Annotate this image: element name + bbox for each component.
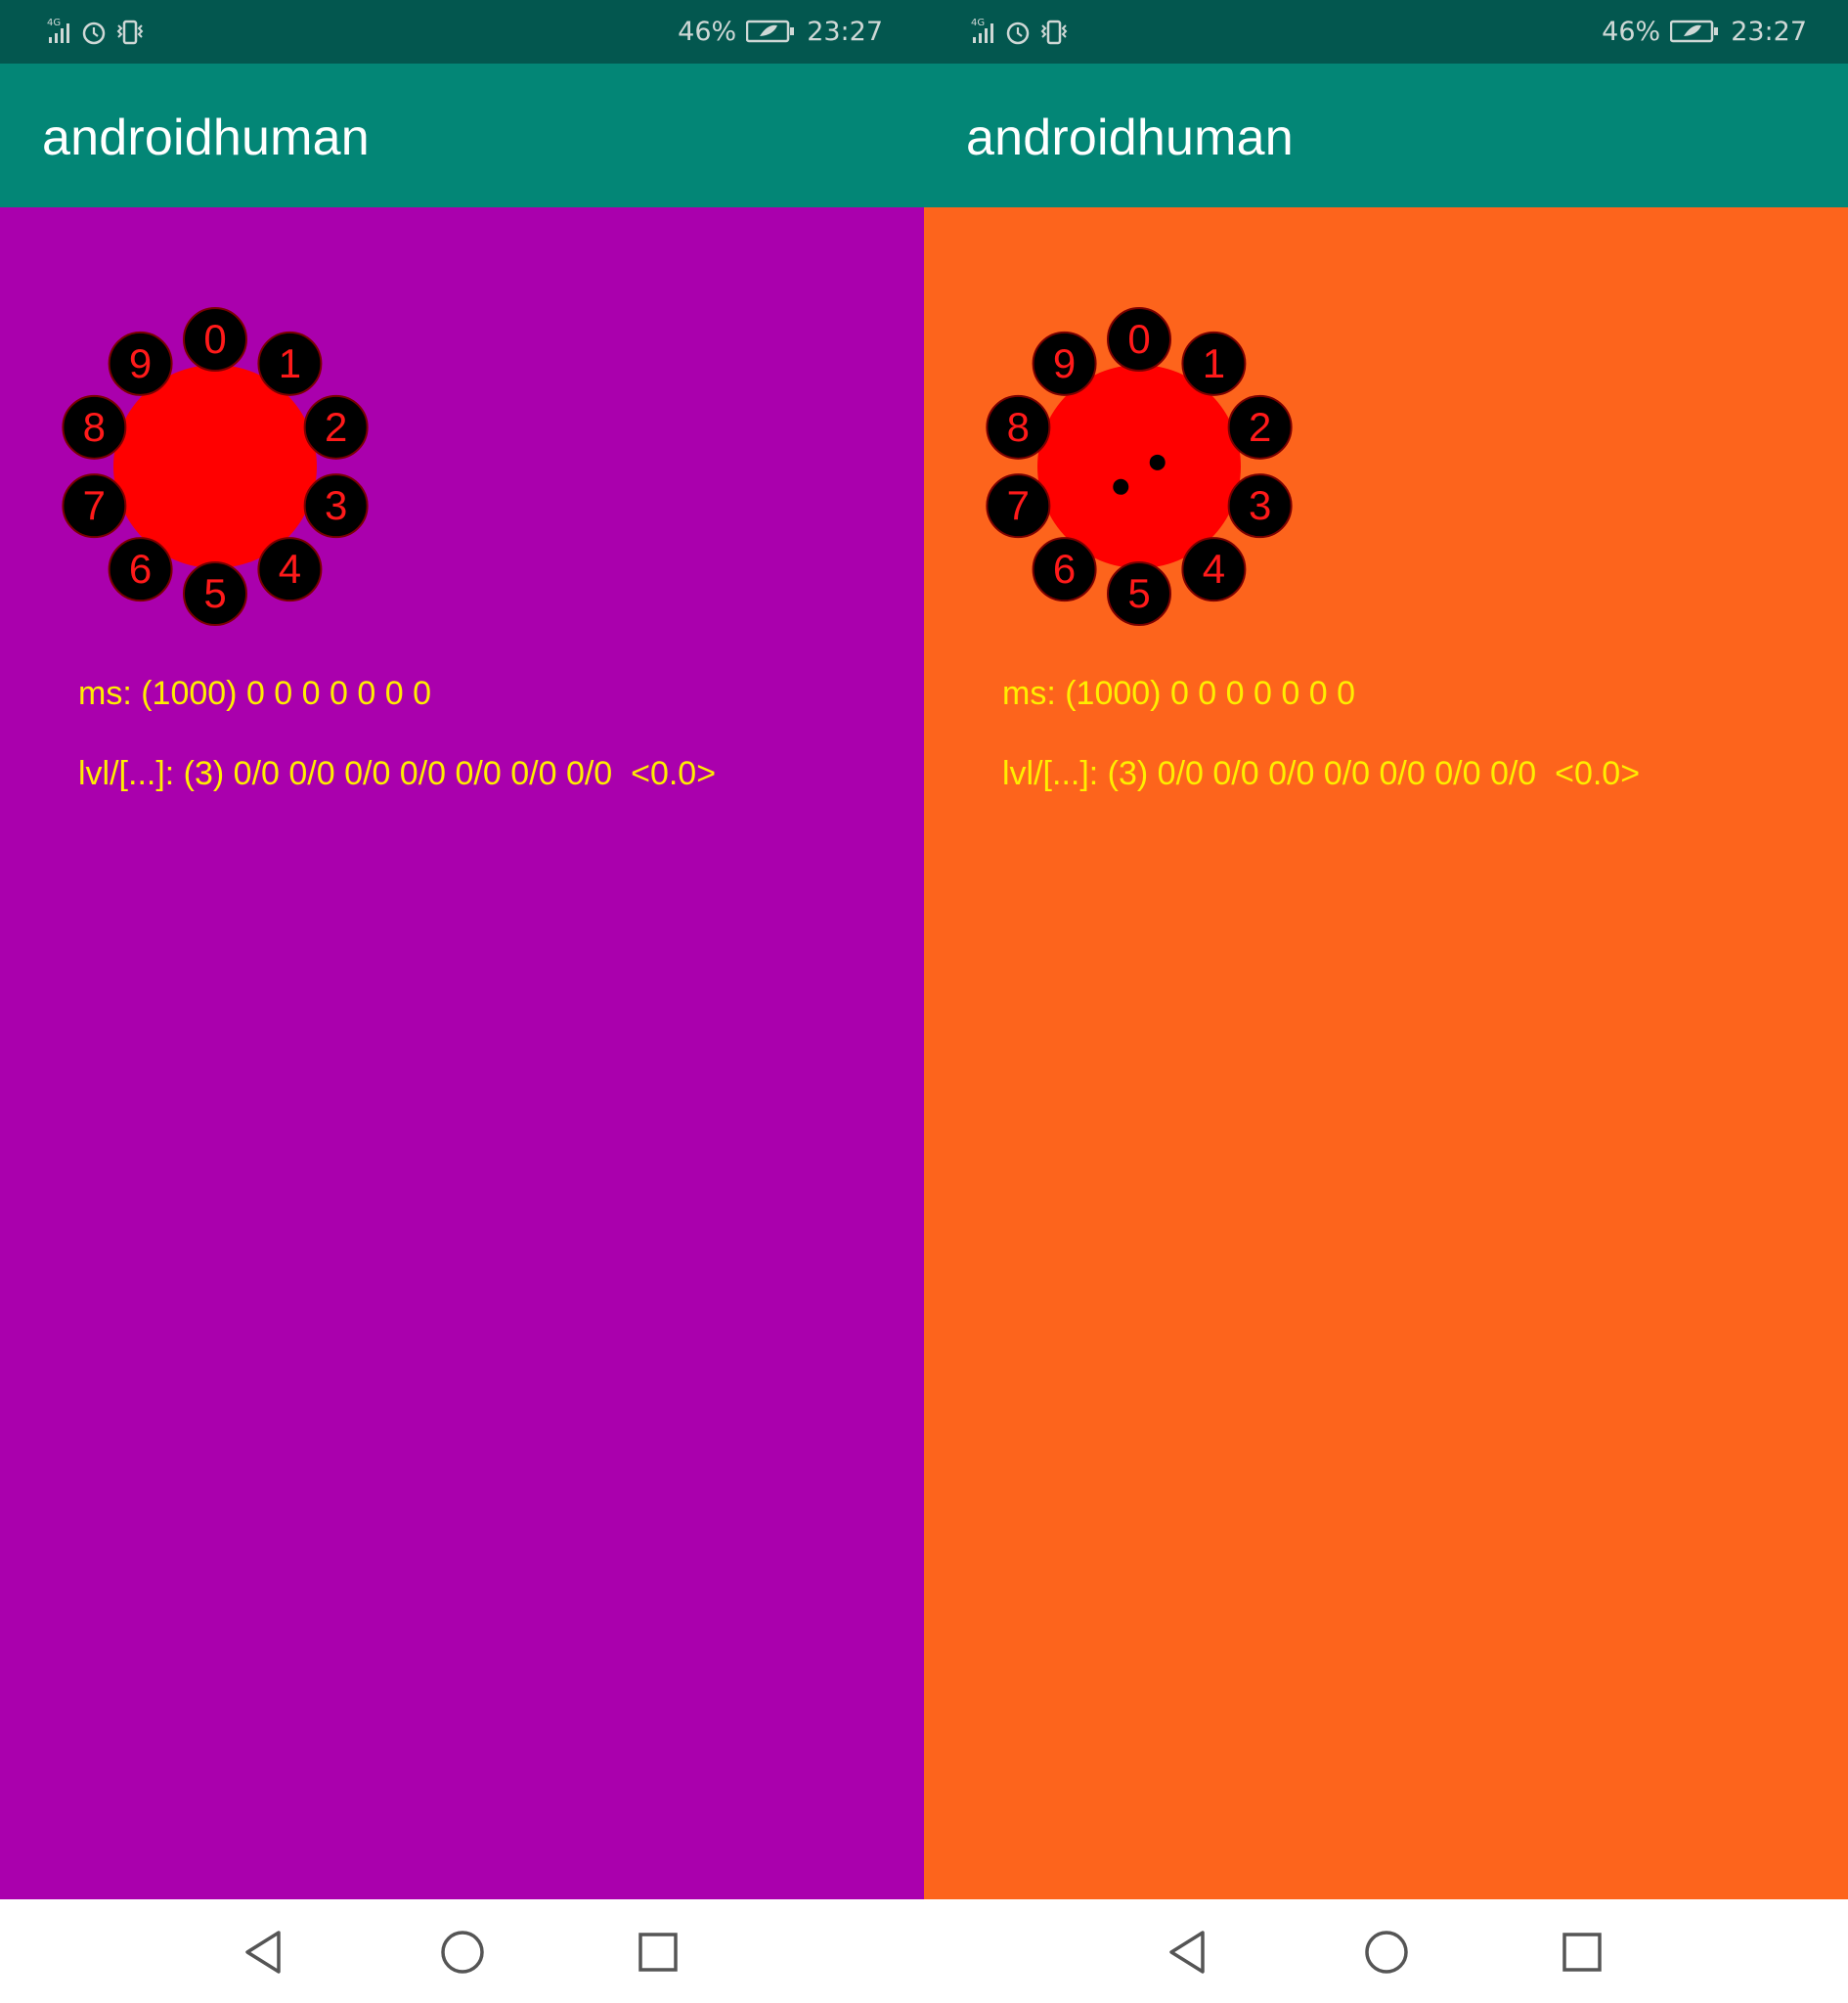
status-right: 46% 23:27 — [1602, 14, 1807, 49]
dial-digit-label: 5 — [203, 570, 226, 616]
dial-digit-1[interactable]: 1 — [1181, 331, 1247, 396]
dial-digit-label: 2 — [325, 404, 347, 450]
dial-digit-label: 6 — [1053, 546, 1076, 592]
battery-icon — [746, 20, 795, 43]
app-bar: androidhuman — [0, 64, 924, 207]
dial-digit-label: 6 — [129, 546, 152, 592]
dial-digit-8[interactable]: 8 — [986, 394, 1051, 460]
dial-digit-7[interactable]: 7 — [62, 473, 127, 539]
clock: 23:27 — [807, 16, 883, 47]
dial-digit-label: 7 — [83, 482, 106, 528]
recent-square-icon[interactable] — [633, 1927, 683, 1978]
content-area[interactable]: 0 12 34 5 67 89 ms: (1000) 0 0 0 0 0 0 0 lvl/… — [0, 207, 924, 1899]
app-title: androidhuman — [966, 110, 1294, 166]
dial-digit-label: 3 — [1249, 482, 1271, 528]
navigation-bar — [0, 1899, 924, 2003]
home-circle-icon[interactable] — [1361, 1927, 1412, 1978]
phone-screen-left: 4G 46% 23:27 androidhuman 0 1 2 3 4 5 6 … — [0, 0, 924, 2003]
signal-icon: 4G — [971, 18, 993, 43]
clock: 23:27 — [1731, 16, 1807, 47]
number-dial[interactable]: 0 12 34 5 67 89 — [54, 300, 376, 633]
dial-digit-1[interactable]: 1 — [257, 331, 323, 396]
touch-dot — [1113, 478, 1129, 495]
dial-digit-0[interactable]: 0 — [1107, 307, 1171, 372]
dial-digit-label: 9 — [1053, 340, 1076, 386]
ms-readout: ms: (1000) 0 0 0 0 0 0 0 — [78, 675, 431, 712]
dial-digit-label: 1 — [1203, 340, 1225, 386]
dial-digit-label: 4 — [1203, 546, 1225, 592]
alarm-icon — [1006, 22, 1030, 45]
back-triangle-icon[interactable] — [240, 1927, 290, 1978]
signal-icon: 4G — [47, 18, 69, 43]
dial-digit-label: 0 — [203, 316, 226, 362]
alarm-icon — [82, 22, 106, 45]
dial-digit-label: 1 — [279, 340, 301, 386]
battery-percent: 46% — [1602, 16, 1661, 47]
dial-digit-5[interactable]: 5 — [1107, 561, 1171, 626]
status-icons: 4G — [971, 18, 1068, 45]
dial-digit-3[interactable]: 3 — [303, 473, 369, 539]
vibrate-icon — [1040, 20, 1068, 45]
dial-digit-6[interactable]: 6 — [108, 537, 173, 602]
level-readout: lvl/[...]: (3) 0/0 0/0 0/0 0/0 0/0 0/0 0… — [78, 755, 717, 792]
status-icons: 4G — [47, 18, 144, 45]
app-title: androidhuman — [42, 110, 370, 166]
dial-digit-4[interactable]: 4 — [257, 537, 323, 602]
dial-digit-label: 3 — [325, 482, 347, 528]
level-readout: lvl/[...]: (3) 0/0 0/0 0/0 0/0 0/0 0/0 0… — [1002, 755, 1641, 792]
battery-icon — [1670, 20, 1719, 43]
vibrate-icon — [116, 20, 144, 45]
dial-digit-7[interactable]: 7 — [986, 473, 1051, 539]
dial-digit-label: 8 — [83, 404, 106, 450]
dial-digit-label: 8 — [1007, 404, 1030, 450]
svg-text:4G: 4G — [47, 18, 61, 28]
ms-readout: ms: (1000) 0 0 0 0 0 0 0 — [1002, 675, 1355, 712]
back-triangle-icon[interactable] — [1164, 1927, 1214, 1978]
dial-digit-3[interactable]: 3 — [1227, 473, 1293, 539]
app-bar: androidhuman — [924, 64, 1848, 207]
battery-percent: 46% — [678, 16, 737, 47]
recent-square-icon[interactable] — [1557, 1927, 1607, 1978]
dial-digit-2[interactable]: 2 — [1227, 394, 1293, 460]
dial-digit-label: 4 — [279, 546, 301, 592]
status-right: 46% 23:27 — [678, 14, 883, 49]
dial-digit-4[interactable]: 4 — [1181, 537, 1247, 602]
touch-dot — [1149, 454, 1166, 470]
dial-digit-label: 7 — [1007, 482, 1030, 528]
home-circle-icon[interactable] — [437, 1927, 488, 1978]
dial-digit-2[interactable]: 2 — [303, 394, 369, 460]
dial-digit-9[interactable]: 9 — [1032, 331, 1097, 396]
status-bar: 4G 46% 23:27 — [0, 0, 924, 64]
dial-digit-label: 0 — [1127, 316, 1150, 362]
status-bar: 4G 46% 23:27 — [924, 0, 1848, 64]
dial-digit-6[interactable]: 6 — [1032, 537, 1097, 602]
content-area[interactable]: 0 12 34 5 67 89 ms: (1000) 0 0 0 0 0 0 0 lvl/… — [924, 207, 1848, 1899]
svg-text:4G: 4G — [971, 18, 985, 28]
dial-digit-label: 2 — [1249, 404, 1271, 450]
dial-digit-8[interactable]: 8 — [62, 394, 127, 460]
dial-digit-0[interactable]: 0 — [183, 307, 247, 372]
dial-digit-label: 5 — [1127, 570, 1150, 616]
number-dial[interactable]: 0 12 34 5 67 89 — [978, 300, 1300, 633]
navigation-bar — [924, 1899, 1848, 2003]
dial-digit-9[interactable]: 9 — [108, 331, 173, 396]
dial-digit-5[interactable]: 5 — [183, 561, 247, 626]
dial-digit-label: 9 — [129, 340, 152, 386]
phone-screen-right: 4G 46% 23:27 androidhuman 0 1 2 3 4 5 6 … — [924, 0, 1848, 2003]
